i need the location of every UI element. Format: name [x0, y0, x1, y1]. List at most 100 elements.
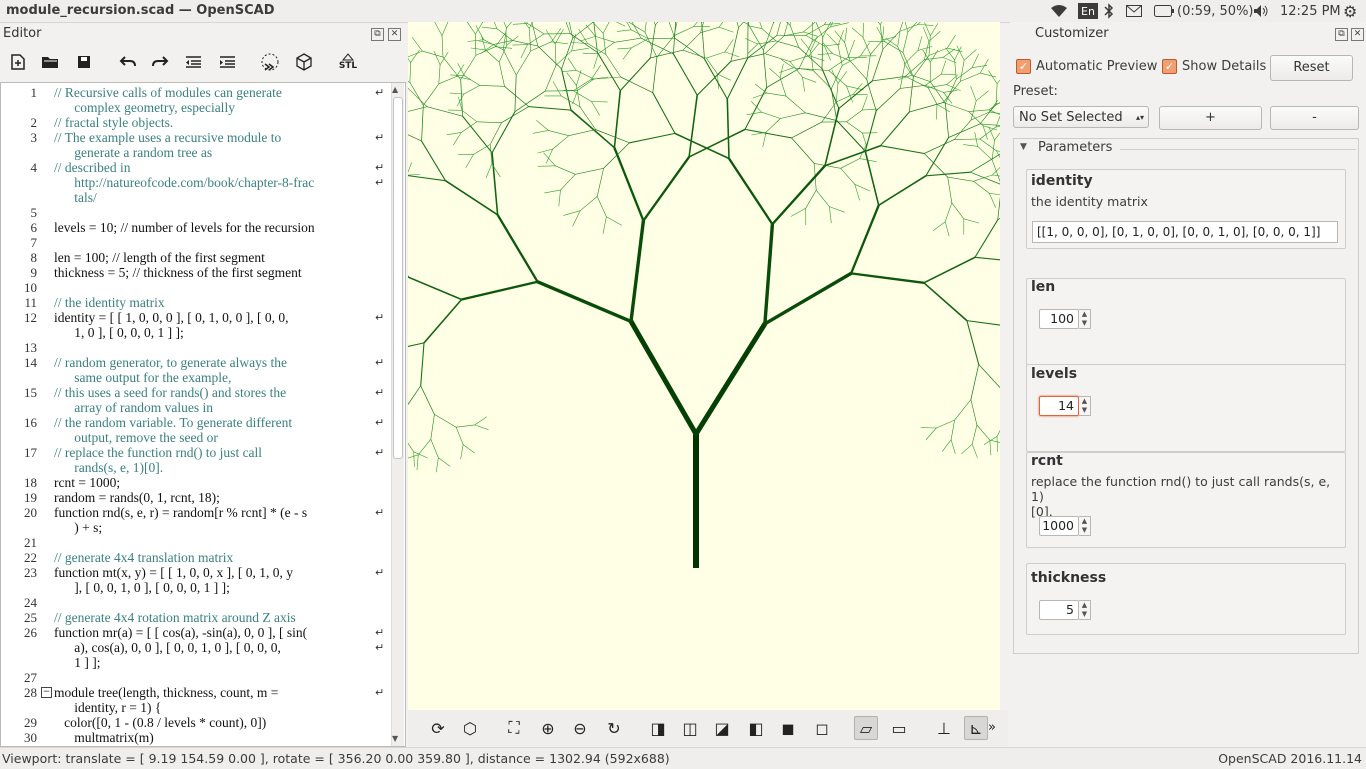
- zoom-out-icon[interactable]: ⊖: [568, 716, 592, 740]
- editor-close-icon[interactable]: ✕: [388, 28, 401, 41]
- bluetooth-icon[interactable]: [1104, 2, 1114, 20]
- reset-view-icon[interactable]: ↻: [602, 716, 626, 740]
- battery-icon[interactable]: [1154, 2, 1174, 20]
- tree-branch: [545, 190, 561, 193]
- wifi-icon[interactable]: [1050, 2, 1068, 20]
- collapse-arrow-icon[interactable]: ▼: [1020, 142, 1027, 152]
- tree-branch: [980, 73, 996, 77]
- clock[interactable]: 12:25 PM: [1280, 2, 1341, 20]
- indent-icon[interactable]: [216, 50, 240, 74]
- show-axes-icon[interactable]: ⊥: [932, 716, 956, 740]
- tree-branch: [725, 40, 733, 52]
- levels-spin-arrows-icon[interactable]: ▲▼: [1079, 396, 1091, 416]
- wrap-indicator-icon: ↵: [375, 416, 387, 429]
- volume-icon[interactable]: [1253, 2, 1269, 20]
- levels-spinbox[interactable]: 14: [1039, 396, 1079, 416]
- code-line: array of random values in: [54, 400, 374, 416]
- tree-branch: [745, 129, 792, 138]
- identity-input[interactable]: [[1, 0, 0, 0], [0, 1, 0, 0], [0, 0, 1, 0…: [1032, 221, 1338, 243]
- wrap-indicator-icon: ↵: [375, 626, 387, 639]
- thickness-spinbox[interactable]: 5: [1039, 600, 1079, 620]
- preset-select[interactable]: No Set Selected ▴▾: [1013, 106, 1149, 128]
- tree-branch: [825, 146, 881, 166]
- tree-branch: [928, 88, 937, 105]
- tree-branch: [477, 122, 502, 123]
- preview-icon[interactable]: ⟳: [426, 716, 450, 740]
- perspective-icon[interactable]: ▱: [854, 716, 878, 740]
- battery-status[interactable]: (0:59, 50%): [1177, 2, 1254, 20]
- view-top-icon[interactable]: ◫: [678, 716, 702, 740]
- export-stl-icon[interactable]: STL: [336, 50, 360, 74]
- save-icon[interactable]: [72, 50, 96, 74]
- render-icon[interactable]: [292, 50, 316, 74]
- tree-branch: [456, 65, 464, 77]
- tree-branch: [850, 61, 867, 80]
- reset-button[interactable]: Reset: [1270, 55, 1353, 81]
- viewport-status: Viewport: translate = [ 9.19 154.59 0.00…: [2, 751, 670, 766]
- tree-branch: [867, 79, 877, 110]
- editor-float-icon[interactable]: ⧉: [371, 28, 384, 41]
- show-scale-markers-icon[interactable]: ⊾: [964, 716, 988, 740]
- len-spinbox[interactable]: 100: [1039, 309, 1079, 329]
- tree-branch: [951, 420, 955, 440]
- fold-marker-icon[interactable]: −: [41, 687, 52, 698]
- code-line: // the identity matrix: [54, 295, 374, 311]
- tree-branch: [972, 65, 987, 67]
- tree-branch: [948, 177, 974, 181]
- scroll-down-icon[interactable]: ▼: [392, 734, 398, 743]
- tree-branch: [926, 138, 949, 176]
- customizer-close-icon[interactable]: ✕: [1351, 28, 1364, 41]
- open-file-icon[interactable]: [38, 50, 62, 74]
- mail-icon[interactable]: [1126, 2, 1142, 20]
- tree-branch: [880, 22, 887, 25]
- remove-preset-button[interactable]: -: [1270, 106, 1359, 130]
- tree-branch: [421, 343, 424, 386]
- tree-branch: [780, 64, 783, 78]
- parameters-title[interactable]: Parameters: [1038, 140, 1118, 155]
- line-number: 11: [1, 295, 37, 311]
- view-right-icon[interactable]: ◨: [646, 716, 670, 740]
- toolbar-overflow-icon[interactable]: »: [988, 720, 996, 735]
- unindent-icon[interactable]: [182, 50, 206, 74]
- redo-icon[interactable]: [148, 50, 172, 74]
- view-front-icon[interactable]: ◼: [776, 716, 800, 740]
- 3d-viewport[interactable]: [408, 22, 1000, 710]
- tree-branch: [930, 50, 938, 62]
- tree-branch: [763, 23, 773, 51]
- scroll-up-icon[interactable]: ▲: [392, 85, 398, 94]
- view-left-icon[interactable]: ◧: [744, 716, 768, 740]
- preview-icon[interactable]: [258, 50, 282, 74]
- code-line: rcnt = 1000;: [54, 475, 374, 491]
- render-icon[interactable]: ⬡: [458, 716, 482, 740]
- zoom-in-icon[interactable]: ⊕: [536, 716, 560, 740]
- tree-branch: [913, 55, 929, 77]
- automatic-preview-checkbox[interactable]: ✓: [1016, 59, 1031, 74]
- view-bottom-icon[interactable]: ◪: [710, 716, 734, 740]
- tree-branch: [745, 38, 758, 44]
- tree-branch: [791, 208, 805, 216]
- len-spin-arrows-icon[interactable]: ▲▼: [1079, 309, 1091, 329]
- tree-branch: [762, 29, 776, 41]
- rcnt-spin-arrows-icon[interactable]: ▲▼: [1079, 516, 1091, 536]
- view-back-icon[interactable]: ◻: [810, 716, 834, 740]
- thickness-spin-arrows-icon[interactable]: ▲▼: [1079, 600, 1091, 620]
- new-file-icon[interactable]: [6, 50, 30, 74]
- customizer-float-icon[interactable]: ⧉: [1335, 28, 1348, 41]
- view-all-icon[interactable]: ⛶: [502, 716, 526, 740]
- editor-scrollbar-thumb[interactable]: [393, 97, 403, 459]
- tree-branch: [846, 86, 863, 90]
- tree-branch: [631, 221, 643, 322]
- settings-gear-icon[interactable]: ⚙: [1343, 2, 1357, 20]
- keyboard-layout[interactable]: En: [1078, 3, 1098, 19]
- line-number: 22: [1, 550, 37, 566]
- tree-branch: [409, 277, 462, 299]
- orthogonal-icon[interactable]: ▭: [887, 716, 911, 740]
- customizer-panel: Customizer ⧉ ✕ ✓ Automatic Preview ✓ Sho…: [1010, 22, 1366, 746]
- undo-icon[interactable]: [116, 50, 140, 74]
- rcnt-spinbox[interactable]: 1000: [1039, 516, 1079, 536]
- code-line: // random generator, to generate always …: [54, 355, 374, 371]
- show-details-checkbox[interactable]: ✓: [1162, 59, 1177, 74]
- tree-branch: [918, 22, 929, 25]
- add-preset-button[interactable]: +: [1159, 106, 1262, 130]
- code-editor[interactable]: 1234567891011121314151617181920212223242…: [0, 82, 406, 747]
